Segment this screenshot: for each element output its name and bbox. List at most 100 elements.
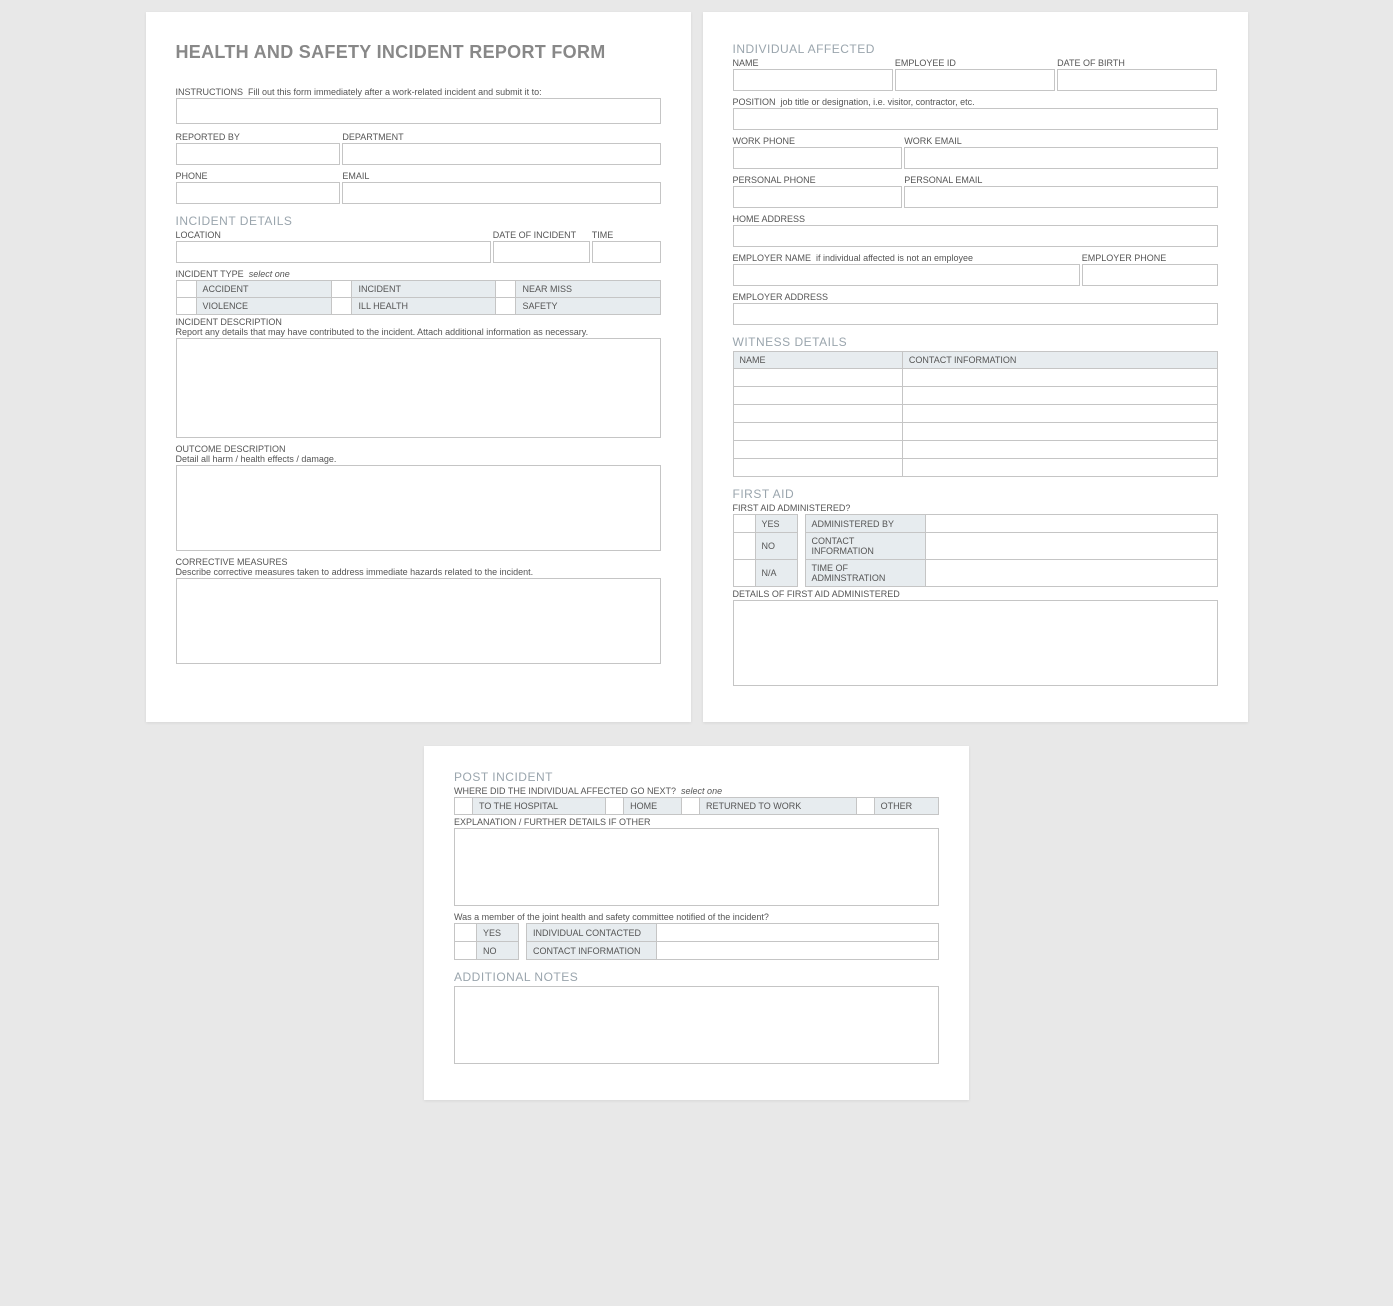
witness-name-cell[interactable] xyxy=(733,459,902,477)
incident-type-check[interactable] xyxy=(496,298,516,315)
ind-home-address-input[interactable] xyxy=(733,225,1218,247)
first-aid-value-cell[interactable] xyxy=(925,533,1217,560)
ind-dob-label: DATE OF BIRTH xyxy=(1057,58,1217,68)
email-input[interactable] xyxy=(342,182,660,204)
instructions-label: INSTRUCTIONS Fill out this form immediat… xyxy=(176,87,661,97)
outcome-desc-textarea[interactable] xyxy=(176,465,661,551)
committee-q: Was a member of the joint health and saf… xyxy=(454,912,939,922)
first-aid-table: YES ADMINISTERED BY NO CONTACT INFORMATI… xyxy=(733,514,1218,587)
incident-type-check[interactable] xyxy=(176,281,196,298)
instructions-submit-to-input[interactable] xyxy=(176,98,661,124)
post-incident-title: POST INCIDENT xyxy=(454,770,939,784)
department-input[interactable] xyxy=(342,143,660,165)
first-aid-details-label: DETAILS OF FIRST AID ADMINISTERED xyxy=(733,589,1218,599)
ind-employer-address-label: EMPLOYER ADDRESS xyxy=(733,292,1218,302)
incident-desc-label: INCIDENT DESCRIPTION xyxy=(176,317,661,327)
incident-type-label: INCIDENT TYPE select one xyxy=(176,269,661,279)
witness-name-cell[interactable] xyxy=(733,441,902,459)
committee-value-cell[interactable] xyxy=(657,924,939,942)
ind-employer-address-input[interactable] xyxy=(733,303,1218,325)
first-aid-check[interactable] xyxy=(733,515,755,533)
ind-employer-phone-label: EMPLOYER PHONE xyxy=(1082,253,1218,263)
ind-home-address-label: HOME ADDRESS xyxy=(733,214,1218,224)
ind-name-label: NAME xyxy=(733,58,893,68)
incident-type-check[interactable] xyxy=(332,281,352,298)
ind-employer-name-label: EMPLOYER NAME if individual affected is … xyxy=(733,253,1080,263)
email-label: EMAIL xyxy=(342,171,660,181)
incident-desc-textarea[interactable] xyxy=(176,338,661,438)
committee-check[interactable] xyxy=(455,942,477,960)
where-check[interactable] xyxy=(682,798,700,815)
time-label: TIME xyxy=(592,230,661,240)
incident-desc-sub: Report any details that may have contrib… xyxy=(176,327,661,337)
date-of-incident-label: DATE OF INCIDENT xyxy=(493,230,590,240)
time-input[interactable] xyxy=(592,241,661,263)
outcome-desc-sub: Detail all harm / health effects / damag… xyxy=(176,454,661,464)
first-aid-title: FIRST AID xyxy=(733,487,1218,501)
first-aid-check[interactable] xyxy=(733,560,755,587)
ind-name-input[interactable] xyxy=(733,69,893,91)
first-aid-value-cell[interactable] xyxy=(925,560,1217,587)
committee-value-cell[interactable] xyxy=(657,942,939,960)
incident-type-check[interactable] xyxy=(332,298,352,315)
phone-input[interactable] xyxy=(176,182,341,204)
witness-name-cell[interactable] xyxy=(733,423,902,441)
corrective-sub: Describe corrective measures taken to ad… xyxy=(176,567,661,577)
witness-contact-cell[interactable] xyxy=(902,459,1217,477)
ind-employer-name-input[interactable] xyxy=(733,264,1080,286)
form-title: HEALTH AND SAFETY INCIDENT REPORT FORM xyxy=(176,42,661,63)
witness-table: NAME CONTACT INFORMATION xyxy=(733,351,1218,477)
first-aid-value-cell[interactable] xyxy=(925,515,1217,533)
first-aid-details-textarea[interactable] xyxy=(733,600,1218,686)
ind-position-input[interactable] xyxy=(733,108,1218,130)
ind-employer-phone-input[interactable] xyxy=(1082,264,1218,286)
incident-type-check[interactable] xyxy=(176,298,196,315)
notes-title: ADDITIONAL NOTES xyxy=(454,970,939,984)
incident-type-check[interactable] xyxy=(496,281,516,298)
page-1: HEALTH AND SAFETY INCIDENT REPORT FORM I… xyxy=(146,12,691,722)
where-next-options: TO THE HOSPITAL HOME RETURNED TO WORK OT… xyxy=(454,797,939,815)
witness-contact-cell[interactable] xyxy=(902,387,1217,405)
explain-label: EXPLANATION / FURTHER DETAILS IF OTHER xyxy=(454,817,939,827)
ind-work-email-label: WORK EMAIL xyxy=(904,136,1217,146)
witness-name-cell[interactable] xyxy=(733,369,902,387)
page-2: INDIVIDUAL AFFECTED NAME EMPLOYEE ID DAT… xyxy=(703,12,1248,722)
incident-type-options: ACCIDENT INCIDENT NEAR MISS VIOLENCE ILL… xyxy=(176,280,661,315)
witness-contact-cell[interactable] xyxy=(902,405,1217,423)
ind-work-email-input[interactable] xyxy=(904,147,1217,169)
witness-col-name: NAME xyxy=(733,352,902,369)
incident-details-title: INCIDENT DETAILS xyxy=(176,214,661,228)
committee-table: YES INDIVIDUAL CONTACTED NO CONTACT INFO… xyxy=(454,923,939,960)
witness-contact-cell[interactable] xyxy=(902,369,1217,387)
where-next-label: WHERE DID THE INDIVIDUAL AFFECTED GO NEX… xyxy=(454,786,939,796)
ind-position-label: POSITION job title or designation, i.e. … xyxy=(733,97,1218,107)
reported-by-input[interactable] xyxy=(176,143,341,165)
witness-contact-cell[interactable] xyxy=(902,423,1217,441)
ind-personal-phone-label: PERSONAL PHONE xyxy=(733,175,903,185)
outcome-desc-label: OUTCOME DESCRIPTION xyxy=(176,444,661,454)
page-3: POST INCIDENT WHERE DID THE INDIVIDUAL A… xyxy=(424,746,969,1100)
witness-contact-cell[interactable] xyxy=(902,441,1217,459)
where-check[interactable] xyxy=(856,798,874,815)
ind-personal-email-input[interactable] xyxy=(904,186,1217,208)
corrective-textarea[interactable] xyxy=(176,578,661,664)
where-check[interactable] xyxy=(606,798,624,815)
ind-empid-input[interactable] xyxy=(895,69,1055,91)
ind-work-phone-input[interactable] xyxy=(733,147,903,169)
witness-name-cell[interactable] xyxy=(733,405,902,423)
first-aid-check[interactable] xyxy=(733,533,755,560)
department-label: DEPARTMENT xyxy=(342,132,660,142)
witness-name-cell[interactable] xyxy=(733,387,902,405)
ind-personal-phone-input[interactable] xyxy=(733,186,903,208)
witness-title: WITNESS DETAILS xyxy=(733,335,1218,349)
ind-personal-email-label: PERSONAL EMAIL xyxy=(904,175,1217,185)
explain-textarea[interactable] xyxy=(454,828,939,906)
phone-label: PHONE xyxy=(176,171,341,181)
where-check[interactable] xyxy=(455,798,473,815)
notes-textarea[interactable] xyxy=(454,986,939,1064)
individual-title: INDIVIDUAL AFFECTED xyxy=(733,42,1218,56)
committee-check[interactable] xyxy=(455,924,477,942)
location-input[interactable] xyxy=(176,241,491,263)
ind-dob-input[interactable] xyxy=(1057,69,1217,91)
date-of-incident-input[interactable] xyxy=(493,241,590,263)
